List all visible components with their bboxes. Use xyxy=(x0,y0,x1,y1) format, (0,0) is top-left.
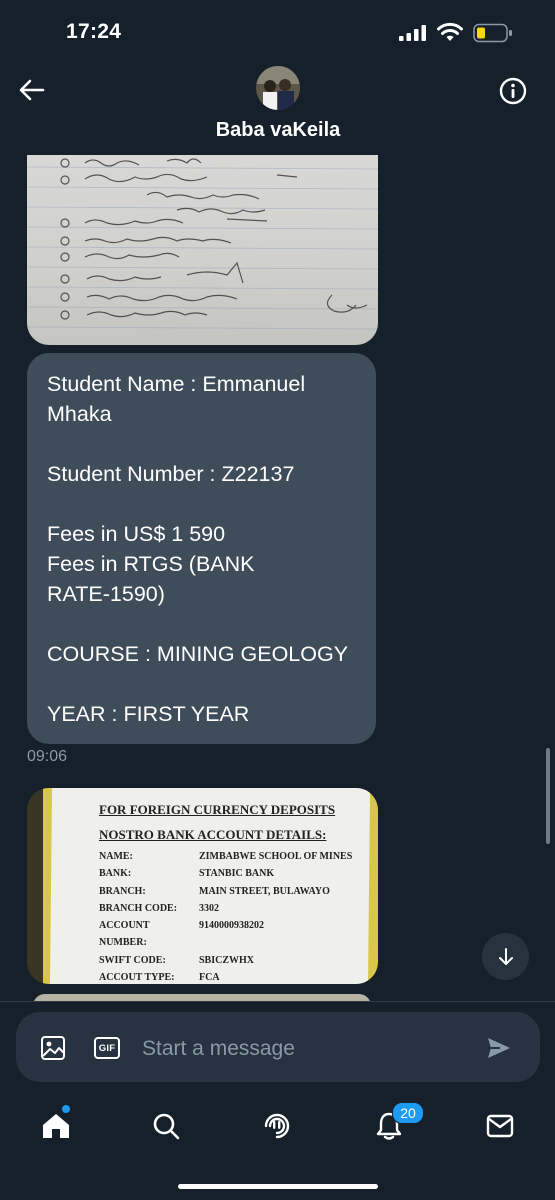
message-line: Student Name : Emmanuel xyxy=(47,372,306,396)
bank-row-value: SBICZWHX xyxy=(199,954,255,966)
back-button[interactable] xyxy=(14,72,50,108)
message-timestamp: 09:06 xyxy=(27,748,68,765)
bank-row-label: BRANCH CODE: xyxy=(99,902,178,914)
message-line: Student Number : Z22137 xyxy=(47,462,295,486)
message-input[interactable] xyxy=(140,1028,464,1070)
bank-row-value: 3302 xyxy=(199,902,219,914)
bank-row-label: ACCOUT TYPE: xyxy=(99,972,175,984)
nav-messages[interactable] xyxy=(480,1106,520,1146)
arrow-left-icon xyxy=(19,79,45,101)
battery-icon xyxy=(473,23,512,43)
wifi-icon xyxy=(437,22,463,41)
status-time: 17:24 xyxy=(66,20,122,43)
message-line: YEAR : FIRST YEAR xyxy=(47,702,250,726)
bank-row-value: FCA xyxy=(199,972,220,984)
scrollbar[interactable] xyxy=(546,748,550,844)
nav-search[interactable] xyxy=(146,1106,186,1146)
message-line: Mhaka xyxy=(47,402,112,426)
home-indicator[interactable] xyxy=(178,1184,378,1189)
home-unread-dot xyxy=(61,1104,71,1114)
bank-row-value: ZIMBABWE SCHOOL OF MINES xyxy=(199,851,353,862)
message-line: RATE-1590) xyxy=(47,582,165,606)
gif-icon: GIF xyxy=(94,1037,120,1059)
arrow-down-icon xyxy=(498,947,513,965)
scroll-down-button[interactable] xyxy=(482,933,529,980)
image-icon xyxy=(41,1036,65,1060)
media-button[interactable] xyxy=(37,1032,69,1064)
bank-title-1: FOR FOREIGN CURRENCY DEPOSITS xyxy=(99,802,336,817)
signal-icon xyxy=(399,25,426,41)
home-icon xyxy=(43,1114,69,1138)
nav-spaces[interactable] xyxy=(257,1106,297,1146)
gif-button[interactable]: GIF xyxy=(91,1032,123,1064)
message-line: COURSE : MINING GEOLOGY xyxy=(47,642,349,666)
spaces-icon xyxy=(264,1113,290,1139)
message-line: Fees in US$ 1 590 xyxy=(47,522,226,546)
send-icon xyxy=(488,1038,510,1058)
divider xyxy=(0,1001,555,1002)
message-bubble[interactable]: Student Name : Emmanuel Mhaka Student Nu… xyxy=(27,353,376,744)
send-button[interactable] xyxy=(482,1032,516,1064)
info-button[interactable] xyxy=(494,72,532,110)
bank-row-label: NAME: xyxy=(99,851,133,862)
bank-row-label: ACCOUNT NUMBER: xyxy=(99,920,150,949)
bank-row-value: MAIN STREET, BULAWAYO xyxy=(199,885,330,897)
bank-row-label: BANK: xyxy=(99,868,132,880)
gif-label: GIF xyxy=(98,1042,116,1054)
bank-details-image[interactable]: FOR FOREIGN CURRENCY DEPOSITS NOSTRO BAN… xyxy=(27,788,378,984)
search-icon xyxy=(153,1113,180,1140)
bank-row-value: STANBIC BANK xyxy=(199,868,275,880)
mail-icon xyxy=(486,1114,514,1138)
bank-row-label: SWIFT CODE: xyxy=(99,954,166,966)
bank-row-value: 9140000938202 xyxy=(199,920,264,932)
avatar[interactable] xyxy=(256,66,300,110)
bank-title-2: NOSTRO BANK ACCOUNT DETAILS: xyxy=(99,827,327,842)
info-icon xyxy=(499,77,527,105)
notifications-badge: 20 xyxy=(392,1102,424,1124)
message-line: Fees in RTGS (BANK xyxy=(47,552,255,576)
bank-row-label: BRANCH: xyxy=(99,885,146,897)
handwritten-note-image[interactable] xyxy=(27,155,378,345)
contact-name[interactable]: Baba vaKeila xyxy=(180,119,376,142)
